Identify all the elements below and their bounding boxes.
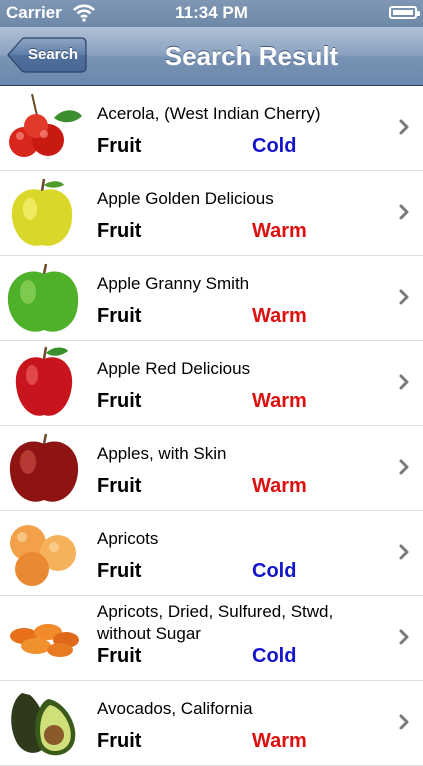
list-item[interactable]: Apples, with Skin Fruit Warm	[0, 426, 423, 511]
item-category: Fruit	[97, 560, 142, 582]
apple-icon	[9, 433, 79, 502]
item-name: Apricots, Dried, Sulfured, Stwd, without…	[97, 602, 334, 643]
item-category: Fruit	[97, 135, 142, 157]
golden-apple-icon	[11, 178, 73, 246]
battery-icon	[389, 6, 420, 19]
list-item[interactable]: Apple Golden Delicious Fruit Warm	[0, 171, 423, 256]
item-category: Fruit	[97, 390, 142, 412]
result-list: Acerola, (West Indian Cherry) Fruit Cold…	[0, 86, 423, 766]
apricot-icon	[10, 525, 76, 586]
chevron-right-icon	[399, 459, 409, 475]
item-temperature: Cold	[252, 645, 297, 667]
list-item[interactable]: Apple Granny Smith Fruit Warm	[0, 256, 423, 341]
back-button-label: Search	[27, 46, 79, 63]
list-item[interactable]: Apricots Fruit Cold	[0, 511, 423, 596]
back-button[interactable]: Search	[7, 37, 87, 73]
list-item[interactable]: Acerola, (West Indian Cherry) Fruit Cold	[0, 86, 423, 171]
chevron-right-icon	[399, 119, 409, 135]
dried-apricot-icon	[10, 624, 79, 657]
navigation-bar: Search Search Result	[0, 27, 423, 86]
list-item[interactable]: Avocados, California Fruit Warm	[0, 681, 423, 766]
item-name: Apples, with Skin	[97, 444, 227, 463]
red-apple-icon	[15, 346, 73, 416]
chevron-right-icon	[399, 629, 409, 645]
status-bar: Carrier 11:34 PM	[0, 0, 423, 27]
acerola-icon	[9, 93, 82, 157]
list-item[interactable]: Apple Red Delicious Fruit Warm	[0, 341, 423, 426]
item-name: Apple Red Delicious	[97, 359, 251, 378]
chevron-right-icon	[399, 289, 409, 305]
item-temperature: Warm	[252, 475, 307, 497]
item-name: Acerola, (West Indian Cherry)	[97, 104, 321, 123]
item-category: Fruit	[97, 645, 142, 667]
item-name: Apricots	[97, 529, 159, 548]
chevron-right-icon	[399, 204, 409, 220]
item-temperature: Warm	[252, 390, 307, 412]
green-apple-icon	[7, 263, 79, 332]
chevron-right-icon	[399, 374, 409, 390]
item-category: Fruit	[97, 305, 142, 327]
list-item[interactable]: Apricots, Dried, Sulfured, Stwd, without…	[0, 596, 423, 681]
item-name: Apple Granny Smith	[97, 274, 250, 293]
chevron-right-icon	[399, 544, 409, 560]
item-temperature: Warm	[252, 305, 307, 327]
item-temperature: Cold	[252, 560, 297, 582]
item-temperature: Warm	[252, 220, 307, 242]
item-name: Avocados, California	[97, 699, 253, 718]
chevron-right-icon	[399, 714, 409, 730]
status-time: 11:34 PM	[175, 3, 248, 22]
page-title: Search Result	[164, 41, 339, 71]
item-category: Fruit	[97, 220, 142, 242]
item-name: Apple Golden Delicious	[97, 189, 274, 208]
item-category: Fruit	[97, 475, 142, 497]
item-temperature: Cold	[252, 135, 297, 157]
